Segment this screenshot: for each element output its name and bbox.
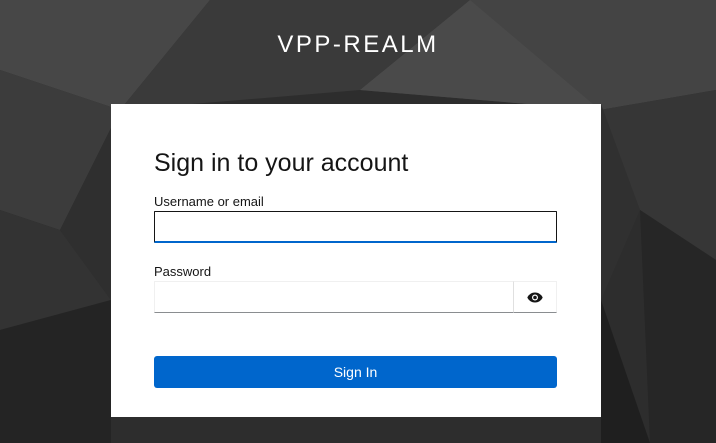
show-password-button[interactable]: [513, 281, 557, 313]
eye-icon: [527, 292, 543, 302]
card-title: Sign in to your account: [154, 149, 409, 177]
password-field-group: [154, 281, 557, 313]
username-label: Username or email: [154, 194, 264, 209]
sign-in-button[interactable]: Sign In: [154, 356, 557, 388]
login-card: Sign in to your account Username or emai…: [111, 104, 601, 417]
realm-title: VPP-REALM: [277, 31, 439, 58]
password-label: Password: [154, 264, 212, 279]
username-input[interactable]: [154, 211, 557, 243]
password-input[interactable]: [154, 281, 513, 313]
